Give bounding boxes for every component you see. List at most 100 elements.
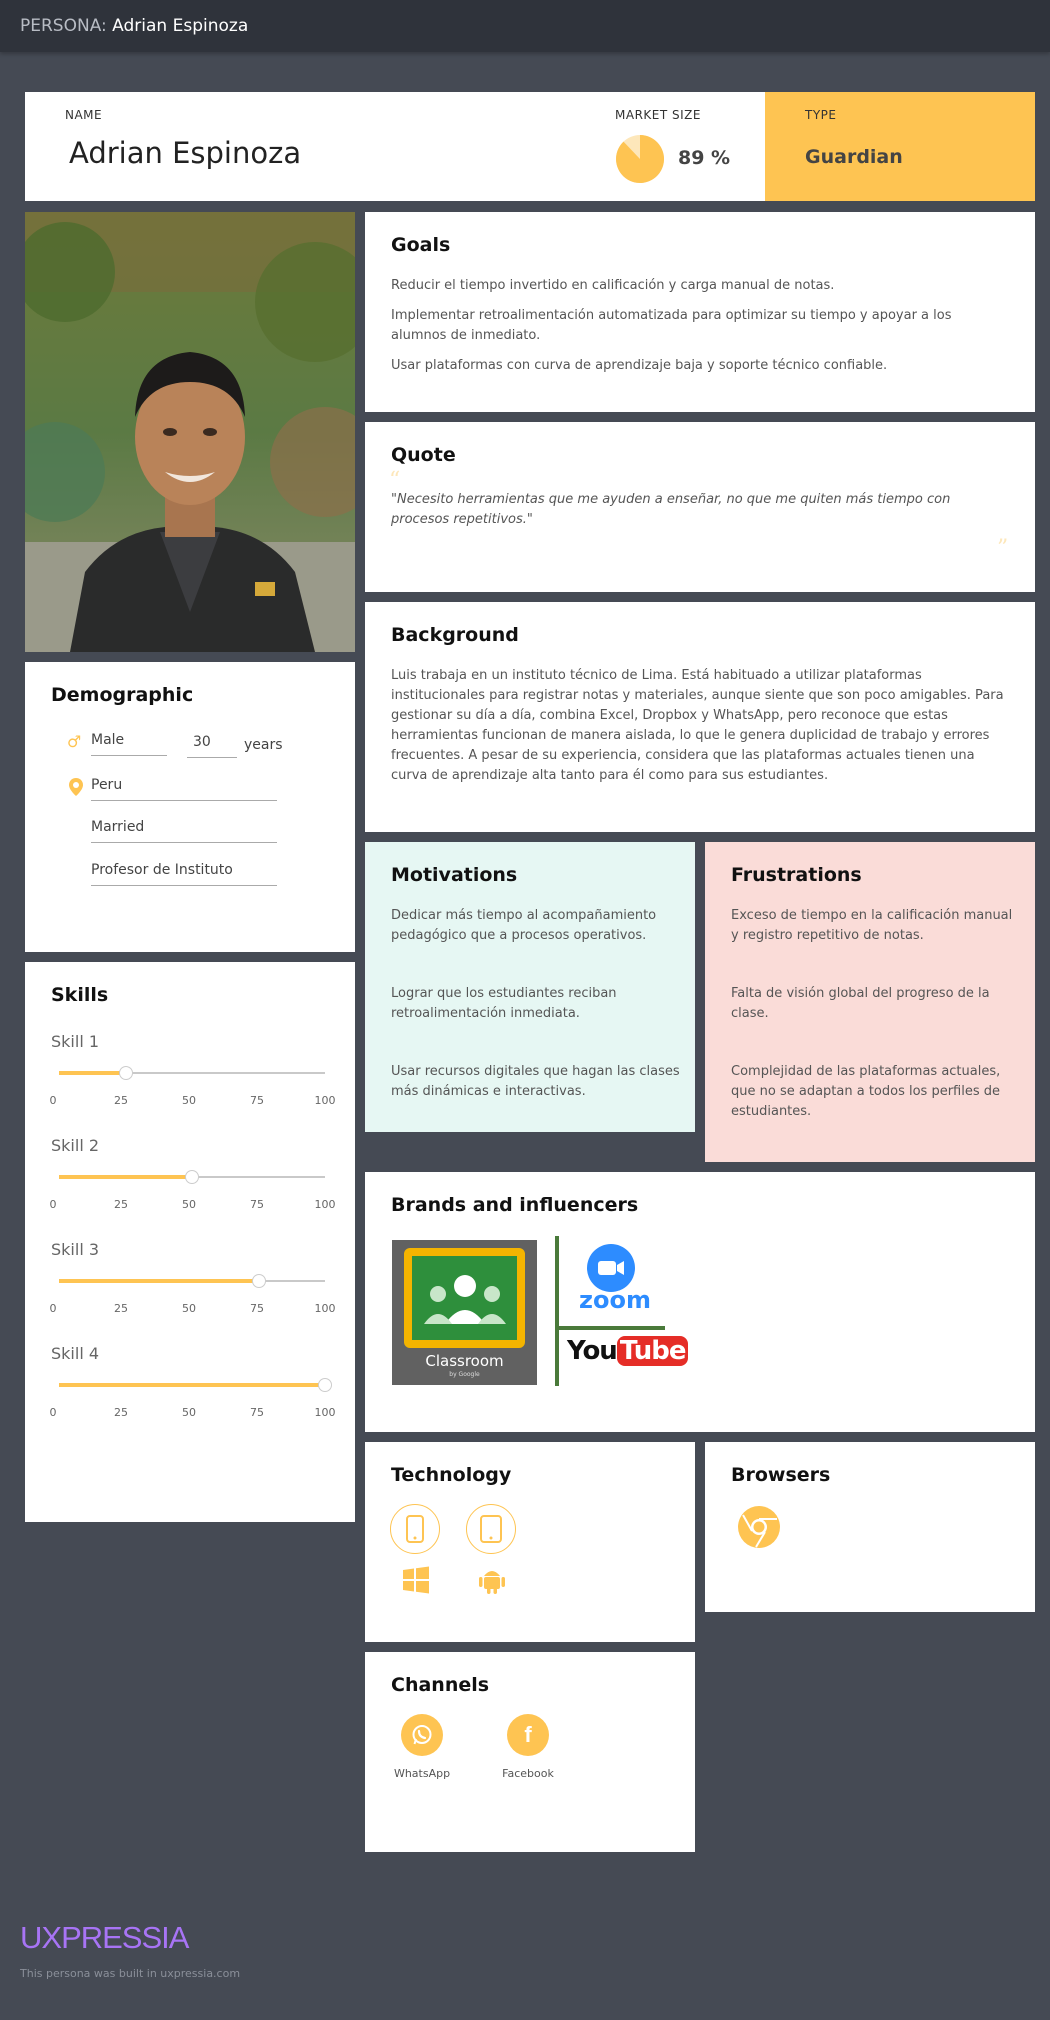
persona-photo[interactable] — [25, 212, 355, 652]
channels-card: Channels WhatsApp f Facebook — [365, 1652, 695, 1852]
brands-card: Brands and influencers Classroom by Goog… — [365, 1172, 1035, 1432]
skill-scale-tick: 100 — [314, 1406, 336, 1419]
male-icon: ♂ — [67, 732, 82, 751]
quote-card: Quote “ "Necesito herramientas que me ay… — [365, 422, 1035, 592]
frustration-item: Falta de visión global del progreso de l… — [731, 986, 990, 1021]
close-quote-icon: ” — [997, 536, 1009, 561]
skill-scale-tick: 50 — [182, 1198, 196, 1211]
market-size-pie-icon — [616, 134, 665, 183]
skill-scale-tick: 0 — [49, 1094, 57, 1107]
skill-slider-handle[interactable] — [185, 1170, 199, 1184]
zoom-wordmark: zoom — [579, 1286, 651, 1314]
goal-item: Reducir el tiempo invertido en calificac… — [391, 278, 835, 293]
motivation-item: Lograr que los estudiantes reciban retro… — [391, 986, 617, 1021]
skill-scale-tick: 75 — [250, 1094, 264, 1107]
background-card: Background Luis trabaja en un instituto … — [365, 602, 1035, 832]
goal-item: Usar plataformas con curva de aprendizaj… — [391, 358, 888, 373]
name-label: NAME — [65, 108, 103, 122]
tablet-icon[interactable] — [466, 1504, 516, 1554]
classroom-sublabel: by Google — [449, 1371, 480, 1378]
marital-status-field[interactable]: Married — [91, 819, 277, 843]
windows-icon[interactable] — [402, 1566, 430, 1594]
age-field[interactable]: 30 — [187, 734, 237, 758]
quote-text: "Necesito herramientas que me ayuden a e… — [391, 492, 951, 527]
youtube-wordmark: You Tube — [567, 1336, 689, 1366]
skill-name: Skill 3 — [51, 1240, 100, 1259]
skill-slider[interactable] — [59, 1170, 325, 1184]
skill-scale-tick: 25 — [114, 1094, 128, 1107]
persona-prefix: PERSONA: — [20, 16, 107, 36]
skill-scale-tick: 25 — [114, 1302, 128, 1315]
footer-note: This persona was built in uxpressia.com — [20, 1967, 241, 1980]
skill-scale-tick: 75 — [250, 1406, 264, 1419]
skill-scale-tick: 0 — [49, 1198, 57, 1211]
gender-field[interactable]: Male — [91, 732, 167, 756]
type-value[interactable]: Guardian — [805, 146, 903, 168]
persona-title: PERSONA: Adrian Espinoza — [20, 16, 248, 36]
skill-slider-fill — [59, 1279, 259, 1283]
skill-slider[interactable] — [59, 1274, 325, 1288]
skills-title: Skills — [51, 984, 109, 1006]
skill-name: Skill 4 — [51, 1344, 100, 1363]
skill-scale-tick: 50 — [182, 1406, 196, 1419]
skills-card: Skills Skill 1 0 25 50 75 100 Skill 2 0 25 50 75 10… — [25, 962, 355, 1522]
summary-card: NAME Adrian Espinoza MARKET SIZE 89 % TY… — [25, 92, 1035, 201]
skill-scale-tick: 0 — [49, 1406, 57, 1419]
goals-card: Goals Reducir el tiempo invertido en cal… — [365, 212, 1035, 412]
frustrations-card: Frustrations Exceso de tiempo en la cali… — [705, 842, 1035, 1162]
skill-slider[interactable] — [59, 1378, 332, 1392]
top-bar: PERSONA: Adrian Espinoza — [0, 0, 1050, 52]
channel-label-whatsapp: WhatsApp — [393, 1767, 451, 1780]
skill-slider-handle[interactable] — [251, 1274, 266, 1288]
skill-slider-handle[interactable] — [318, 1378, 332, 1392]
goals-title: Goals — [391, 234, 451, 256]
location-field[interactable]: Peru — [91, 777, 277, 801]
skill-scale-tick: 100 — [314, 1198, 336, 1211]
facebook-icon[interactable]: f — [507, 1714, 549, 1756]
quote-title: Quote — [391, 444, 456, 466]
frustration-item: Exceso de tiempo en la calificación manu… — [731, 908, 1013, 943]
type-label: TYPE — [805, 108, 837, 122]
motivation-item: Usar recursos digitales que hagan las cl… — [391, 1064, 680, 1099]
skill-scale-tick: 25 — [114, 1406, 128, 1419]
persona-name: Adrian Espinoza — [112, 16, 249, 36]
google-classroom-logo[interactable]: Classroom by Google — [392, 1240, 537, 1385]
channels-title: Channels — [391, 1674, 490, 1696]
skill-slider-fill — [59, 1383, 325, 1387]
skill-scale-tick: 100 — [314, 1302, 336, 1315]
whatsapp-icon[interactable] — [401, 1714, 443, 1756]
technology-title: Technology — [391, 1464, 512, 1486]
skill-scale-tick: 50 — [182, 1094, 196, 1107]
browsers-title: Browsers — [731, 1464, 831, 1486]
zoom-camera-icon — [587, 1244, 635, 1292]
skill-slider-fill — [59, 1175, 192, 1179]
background-title: Background — [391, 624, 519, 646]
uxpressia-logo[interactable]: UXPRESSIA — [20, 1920, 189, 1956]
skill-slider-handle[interactable] — [118, 1066, 133, 1080]
browsers-card: Browsers — [705, 1442, 1035, 1612]
skill-scale-tick: 75 — [250, 1302, 264, 1315]
type-panel: TYPE Guardian — [765, 92, 1035, 201]
skill-scale-tick: 25 — [114, 1198, 128, 1211]
motivations-title: Motivations — [391, 864, 518, 886]
persona-full-name[interactable]: Adrian Espinoza — [69, 136, 301, 170]
android-icon[interactable] — [479, 1566, 505, 1594]
zoom-youtube-logo[interactable]: zoom You Tube — [555, 1236, 689, 1386]
chrome-icon[interactable] — [738, 1506, 780, 1548]
brands-title: Brands and influencers — [391, 1194, 639, 1216]
skill-name: Skill 1 — [51, 1032, 100, 1051]
motivation-item: Dedicar más tiempo al acompañamiento ped… — [391, 908, 657, 943]
smartphone-icon[interactable] — [390, 1504, 440, 1554]
demographic-card: Demographic ♂ Male 30 years Peru Married… — [25, 662, 355, 952]
technology-card: Technology — [365, 1442, 695, 1642]
market-size-label: MARKET SIZE — [615, 108, 701, 122]
skill-slider[interactable] — [59, 1066, 325, 1080]
market-size-value[interactable]: 89 % — [678, 147, 730, 169]
goal-item: Implementar retroalimentación automatiza… — [391, 308, 952, 343]
frustrations-title: Frustrations — [731, 864, 862, 886]
motivations-card: Motivations Dedicar más tiempo al acompa… — [365, 842, 695, 1132]
skill-scale-tick: 50 — [182, 1302, 196, 1315]
classroom-label: Classroom — [425, 1352, 504, 1370]
occupation-field[interactable]: Profesor de Instituto — [91, 862, 277, 886]
location-pin-icon — [69, 778, 83, 796]
